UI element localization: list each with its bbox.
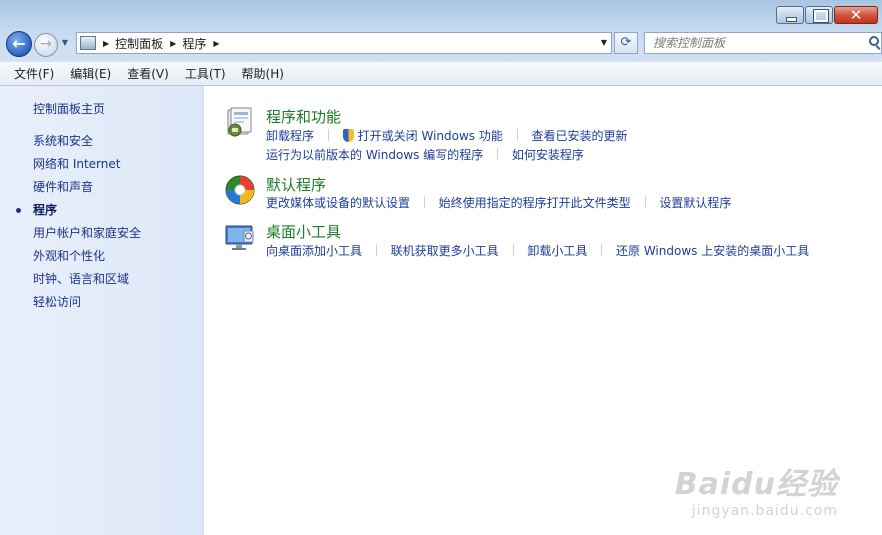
default-programs-title[interactable]: 默认程序: [266, 174, 326, 195]
sidebar-item-hardware-sound[interactable]: 硬件和声音: [33, 179, 141, 202]
set-default-programs-link[interactable]: 设置默认程序: [659, 196, 731, 210]
recent-pages-dropdown[interactable]: ▼: [60, 36, 70, 50]
link-divider: [423, 196, 425, 208]
menu-view[interactable]: 查看(V): [119, 65, 177, 82]
how-to-install-link[interactable]: 如何安装程序: [512, 148, 584, 162]
sidebar-item-label: 程序: [33, 203, 58, 217]
close-icon: ✕: [849, 6, 863, 24]
uninstall-program-link[interactable]: 卸载程序: [266, 129, 314, 143]
minimize-button[interactable]: [776, 6, 804, 24]
caption-buttons: ✕: [775, 6, 878, 26]
programs-features-links: 卸载程序 打开或关闭 Windows 功能 查看已安装的更新: [266, 127, 628, 144]
menu-tools[interactable]: 工具(T): [177, 65, 234, 82]
address-bar[interactable]: ▶ 控制面板 ▶ 程序 ▶ ▼: [76, 32, 612, 54]
back-arrow-icon: ←: [12, 34, 26, 53]
default-programs-links: 更改媒体或设备的默认设置 始终使用指定的程序打开此文件类型 设置默认程序: [266, 194, 731, 211]
windows-features-link[interactable]: 打开或关闭 Windows 功能: [358, 129, 503, 143]
programs-features-links-row2: 运行为以前版本的 Windows 编写的程序 如何安装程序: [266, 146, 584, 163]
menu-file[interactable]: 文件(F): [6, 65, 62, 82]
link-divider: [497, 148, 499, 160]
add-gadgets-link[interactable]: 向桌面添加小工具: [266, 244, 362, 258]
search-input[interactable]: 搜索控制面板: [644, 32, 882, 54]
sidebar-item-user-accounts[interactable]: 用户帐户和家庭安全: [33, 225, 141, 248]
desktop-gadgets-links: 向桌面添加小工具 联机获取更多小工具 卸载小工具 还原 Windows 上安装的…: [266, 242, 809, 259]
left-navigation-pane: 控制面板主页 系统和安全 网络和 Internet 硬件和声音 程序 用户帐户和…: [0, 86, 204, 535]
sidebar-item-network-internet[interactable]: 网络和 Internet: [33, 156, 141, 179]
menu-bar: 文件(F) 编辑(E) 查看(V) 工具(T) 帮助(H): [0, 62, 882, 86]
file-type-association-link[interactable]: 始终使用指定的程序打开此文件类型: [439, 196, 631, 210]
maximize-icon: [813, 9, 829, 23]
breadcrumb-control-panel[interactable]: 控制面板: [115, 35, 163, 52]
programs-features-icon[interactable]: [224, 106, 256, 138]
link-divider: [601, 244, 603, 256]
maximize-button[interactable]: [805, 6, 833, 24]
installed-updates-link[interactable]: 查看已安装的更新: [532, 129, 628, 143]
main-content: 程序和功能 卸载程序 打开或关闭 Windows 功能 查看已安装的更新 运行为…: [204, 86, 882, 535]
forward-button[interactable]: →: [34, 33, 58, 57]
link-divider: [327, 129, 329, 141]
uac-shield-icon: [342, 129, 354, 142]
sidebar-item-programs[interactable]: 程序: [16, 202, 141, 225]
sidebar-item-appearance[interactable]: 外观和个性化: [33, 248, 141, 271]
forward-arrow-icon: →: [40, 36, 52, 52]
get-more-gadgets-link[interactable]: 联机获取更多小工具: [391, 244, 499, 258]
current-page-bullet-icon: [16, 208, 21, 213]
menu-edit[interactable]: 编辑(E): [62, 65, 119, 82]
programs-features-title[interactable]: 程序和功能: [266, 106, 341, 127]
link-divider: [375, 244, 377, 256]
breadcrumb-chevron-icon[interactable]: ▶: [170, 39, 176, 48]
link-divider: [644, 196, 646, 208]
refresh-button[interactable]: ⟳: [614, 32, 638, 54]
breadcrumb-chevron-icon[interactable]: ▶: [213, 39, 219, 48]
control-panel-icon: [80, 36, 96, 50]
search-placeholder: 搜索控制面板: [653, 36, 726, 50]
link-divider: [516, 129, 518, 141]
desktop-gadgets-title[interactable]: 桌面小工具: [266, 221, 341, 242]
close-button[interactable]: ✕: [834, 6, 878, 24]
category-list: 系统和安全 网络和 Internet 硬件和声音 程序 用户帐户和家庭安全 外观…: [16, 133, 141, 317]
back-button[interactable]: ←: [6, 31, 32, 57]
watermark-url: jingyan.baidu.com: [691, 503, 838, 519]
sidebar-item-clock-language-region[interactable]: 时钟、语言和区域: [33, 271, 141, 294]
breadcrumb-programs[interactable]: 程序: [182, 35, 206, 52]
menu-help[interactable]: 帮助(H): [234, 65, 292, 82]
search-icon[interactable]: [869, 36, 879, 46]
sidebar-item-ease-of-access[interactable]: 轻松访问: [33, 294, 141, 317]
link-divider: [512, 244, 514, 256]
autoplay-settings-link[interactable]: 更改媒体或设备的默认设置: [266, 196, 410, 210]
baidu-watermark: Baidu经验 jingyan.baidu.com: [675, 459, 838, 519]
compatibility-link[interactable]: 运行为以前版本的 Windows 编写的程序: [266, 148, 483, 162]
control-panel-home-link[interactable]: 控制面板主页: [33, 100, 105, 117]
sidebar-item-system-security[interactable]: 系统和安全: [33, 133, 141, 156]
address-dropdown-icon[interactable]: ▼: [601, 33, 607, 53]
refresh-icon: ⟳: [620, 35, 632, 50]
minimize-icon: [786, 17, 797, 22]
navigation-bar: ← → ▼ ▶ 控制面板 ▶ 程序 ▶ ▼ ⟳ 搜索控制面板: [0, 28, 882, 62]
watermark-brand: Baidu经验: [674, 467, 838, 502]
breadcrumb-chevron-icon[interactable]: ▶: [103, 39, 109, 48]
default-programs-icon[interactable]: [224, 174, 256, 206]
restore-gadgets-link[interactable]: 还原 Windows 上安装的桌面小工具: [616, 244, 809, 258]
desktop-gadgets-icon[interactable]: [224, 221, 256, 253]
uninstall-gadget-link[interactable]: 卸载小工具: [527, 244, 587, 258]
